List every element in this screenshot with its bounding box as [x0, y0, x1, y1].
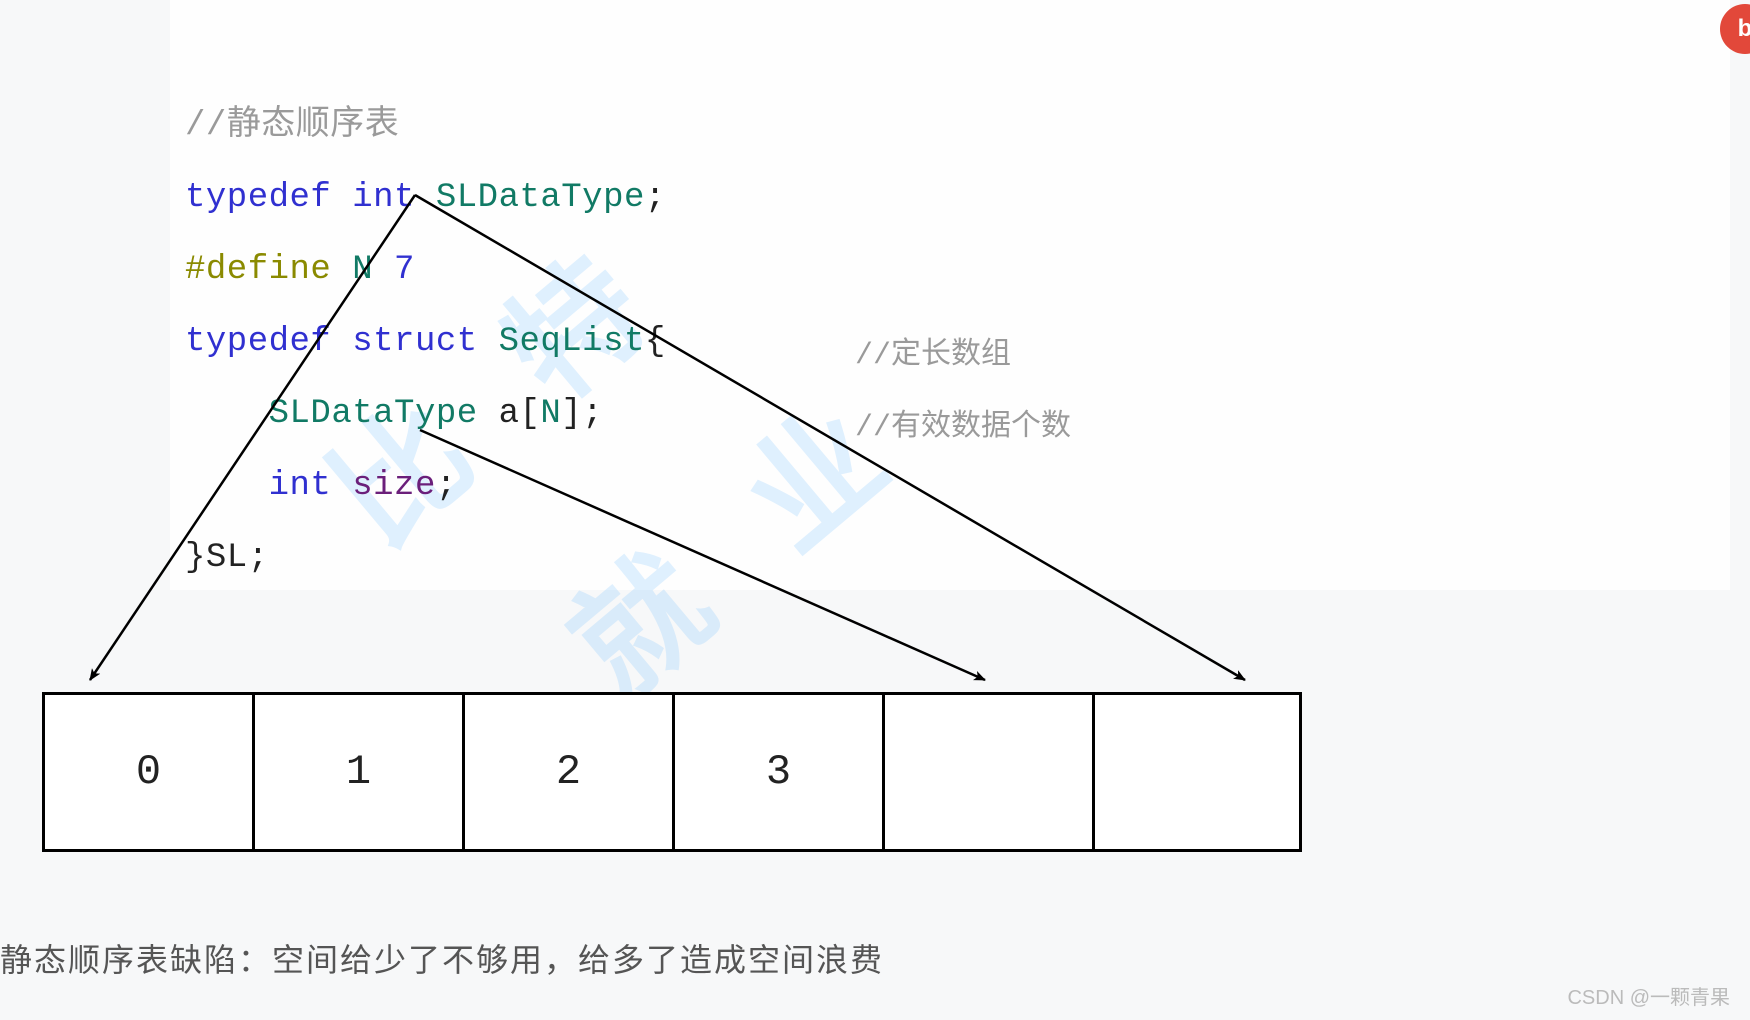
array-cell-3: 3 — [672, 692, 882, 852]
kw-int-2: int — [269, 467, 332, 505]
brace-open: { — [645, 323, 666, 361]
kw-typedef-1: typedef — [185, 179, 331, 217]
comment-top: //静态顺序表 — [185, 107, 399, 145]
array-cell-4 — [882, 692, 1092, 852]
badge-letter: b — [1738, 15, 1750, 43]
array-cell-1: 1 — [252, 692, 462, 852]
caption-text: 静态顺序表缺陷：空间给少了不够用，给多了造成空间浪费 — [0, 935, 884, 981]
preproc-define: #define — [185, 251, 331, 289]
semi-2: ; — [436, 467, 457, 505]
indent-1 — [185, 395, 269, 433]
array-cell-2: 2 — [462, 692, 672, 852]
comment-valid-count: //有效数据个数 — [855, 400, 1071, 445]
code-block: //静态顺序表 typedef int SLDataType; #define … — [185, 18, 666, 594]
comment-fixed-array: //定长数组 — [855, 328, 1011, 373]
kw-struct: struct — [352, 323, 477, 361]
kw-int-1: int — [352, 179, 415, 217]
field-arr-open: a[ — [478, 395, 541, 433]
indent-2 — [185, 467, 269, 505]
type-sldatatype: SLDataType — [436, 179, 645, 217]
array-cell-0: 0 — [42, 692, 252, 852]
field-arr-close: ]; — [561, 395, 603, 433]
struct-close: }SL; — [185, 539, 269, 577]
field-arr-N: N — [540, 395, 561, 433]
attribution-text: CSDN @一颗青果 — [1567, 981, 1730, 1010]
macro-N: N — [352, 251, 373, 289]
struct-name: SeqList — [499, 323, 645, 361]
array-cell-5 — [1092, 692, 1302, 852]
field-size: size — [331, 467, 436, 505]
array-visual: 0 1 2 3 — [42, 692, 1302, 852]
macro-val: 7 — [394, 251, 415, 289]
field-type-1: SLDataType — [269, 395, 478, 433]
semi-1: ; — [645, 179, 666, 217]
kw-typedef-2: typedef — [185, 323, 331, 361]
